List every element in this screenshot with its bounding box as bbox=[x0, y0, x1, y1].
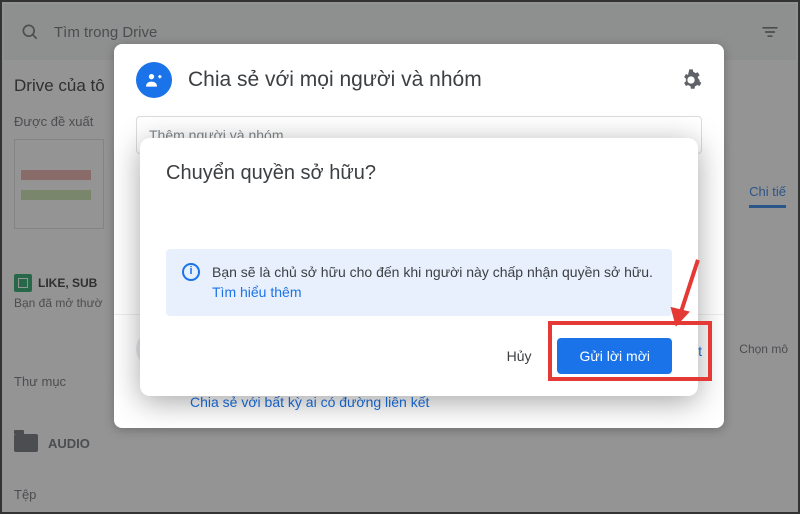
transfer-ownership-dialog: Chuyển quyền sở hữu? i Bạn sẽ là chủ sở … bbox=[140, 138, 698, 396]
send-invite-button[interactable]: Gửi lời mời bbox=[557, 338, 672, 374]
share-dialog-title: Chia sẻ với mọi người và nhóm bbox=[188, 68, 680, 92]
confirm-title: Chuyển quyền sở hữu? bbox=[166, 162, 672, 185]
learn-more-link[interactable]: Tìm hiểu thêm bbox=[212, 284, 301, 300]
info-banner: i Bạn sẽ là chủ sở hữu cho đến khi người… bbox=[166, 249, 672, 316]
share-people-icon bbox=[136, 62, 172, 98]
info-text: Bạn sẽ là chủ sở hữu cho đến khi người n… bbox=[212, 264, 653, 280]
cancel-button[interactable]: Hủy bbox=[493, 338, 546, 374]
share-anyone-link[interactable]: Chia sẻ với bất kỳ ai có đường liên kết bbox=[190, 394, 702, 410]
gear-icon[interactable] bbox=[680, 69, 702, 91]
info-icon: i bbox=[182, 263, 200, 281]
